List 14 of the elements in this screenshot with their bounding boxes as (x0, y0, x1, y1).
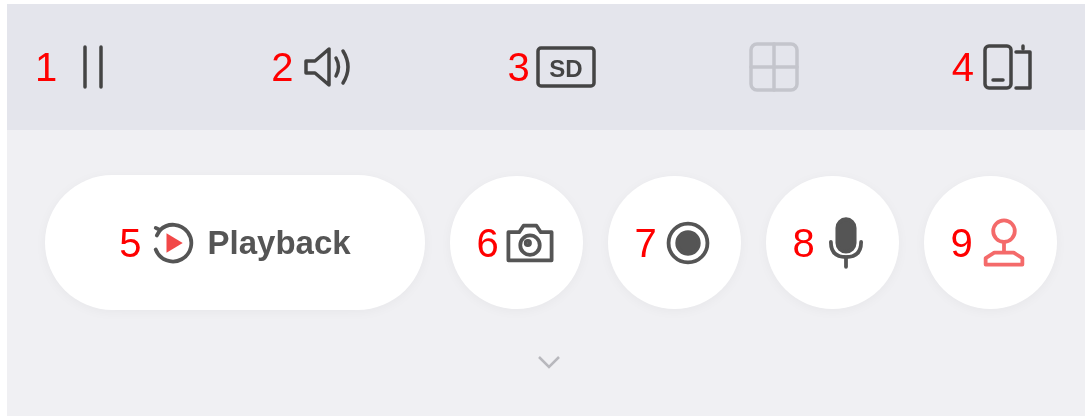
number-label: 7 (634, 222, 657, 263)
number-label: 1 (35, 47, 58, 87)
number-label: 5 (119, 222, 142, 263)
camera-button[interactable]: 6 (450, 176, 583, 309)
number-label: 8 (792, 222, 815, 263)
person-button[interactable]: 9 (924, 176, 1057, 309)
mic-button[interactable]: 8 (766, 176, 899, 309)
number-label: 4 (951, 47, 974, 87)
record-button[interactable]: 7 (608, 176, 741, 309)
number-label: 2 (271, 47, 294, 87)
number-label: 9 (950, 222, 973, 263)
number-label: 6 (476, 222, 499, 263)
playback-button[interactable]: 5 Playback (45, 175, 425, 310)
number-label: 3 (507, 47, 530, 87)
